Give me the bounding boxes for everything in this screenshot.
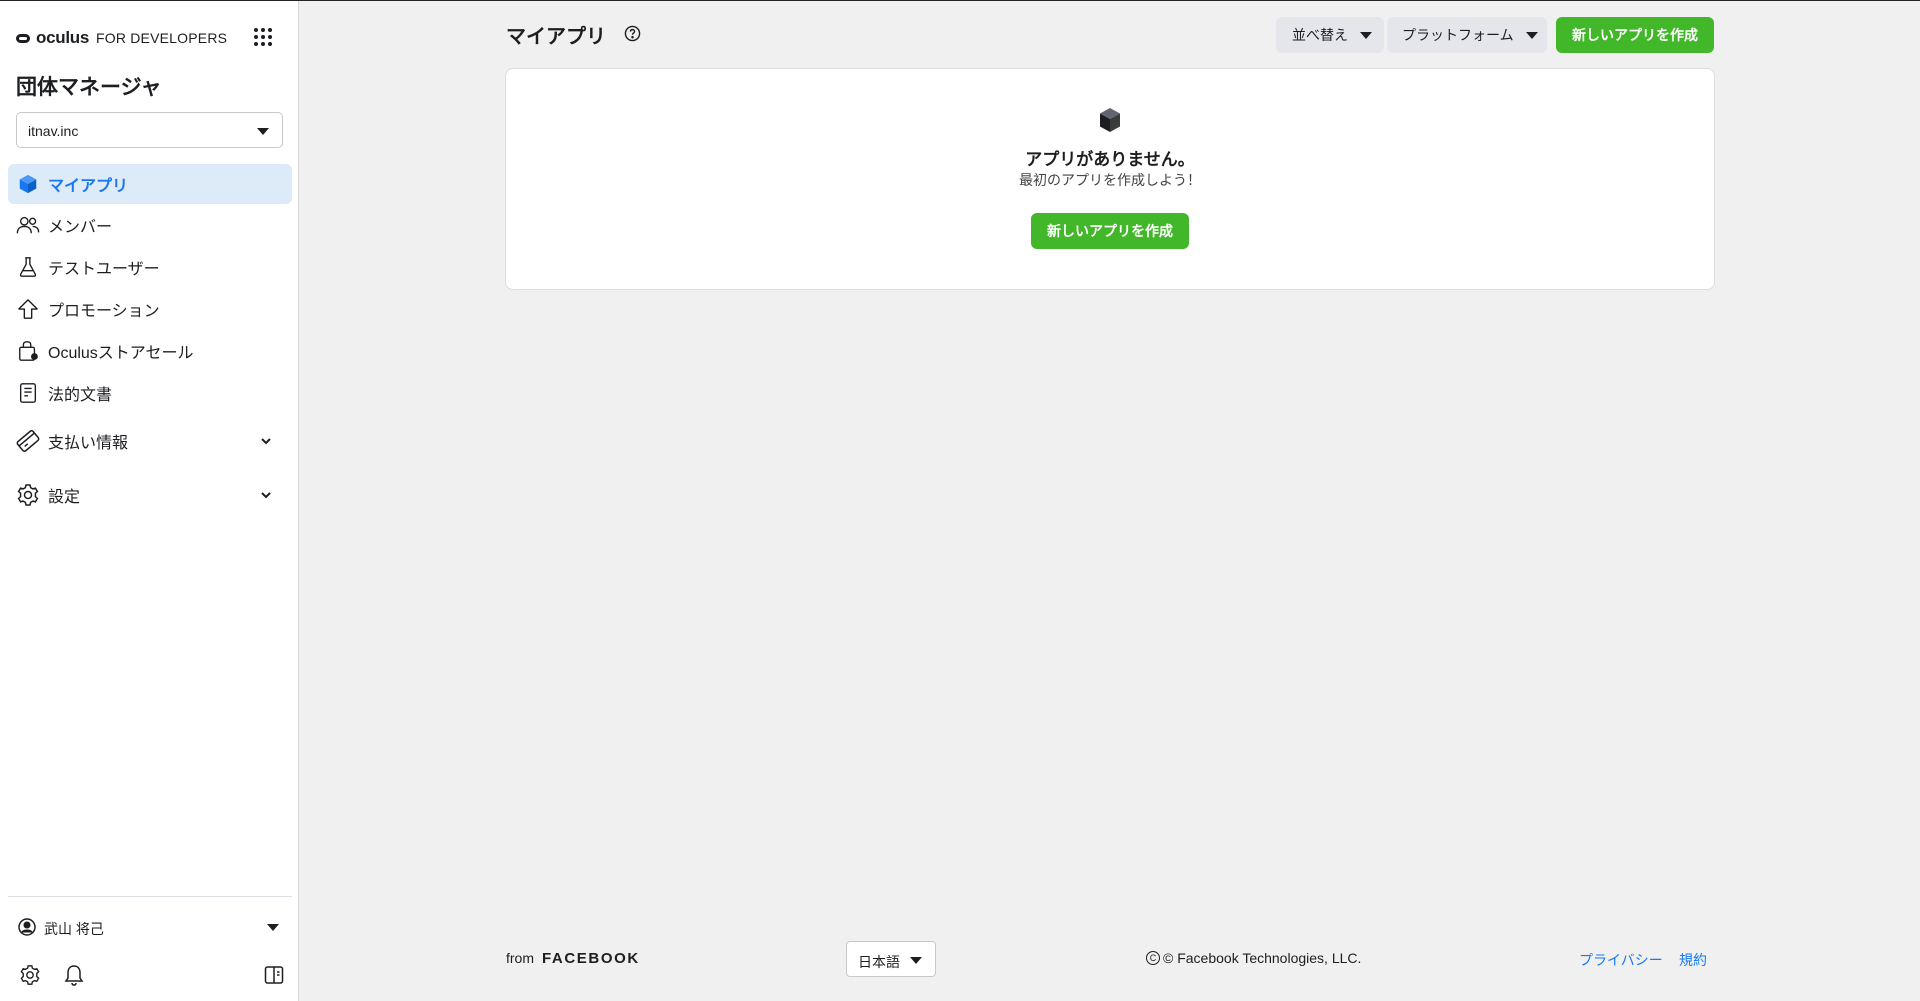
- box-icon: [1098, 107, 1122, 138]
- create-app-button[interactable]: 新しいアプリを作成: [1556, 17, 1714, 53]
- gear-icon: [16, 483, 40, 507]
- sidebar-item-label: マイアプリ: [48, 178, 129, 195]
- caret-down-icon: [257, 128, 269, 135]
- create-first-app-button-label: 新しいアプリを作成: [1047, 223, 1173, 239]
- notifications-bell-icon[interactable]: [62, 963, 86, 987]
- sidebar-item-label: 法的文書: [48, 387, 113, 404]
- document-icon: [16, 381, 40, 405]
- language-value: 日本語: [858, 954, 900, 970]
- chevron-down-icon: [260, 488, 272, 506]
- facebook-wordmark: FACEBOOK: [542, 950, 640, 967]
- create-app-button-label: 新しいアプリを作成: [1572, 27, 1698, 43]
- from-facebook: from FACEBOOK: [506, 950, 640, 967]
- empty-state-card: アプリがありません。 最初のアプリを作成しよう！ 新しいアプリを作成: [505, 68, 1715, 290]
- user-avatar-icon: [18, 918, 36, 941]
- sidebar-item-payment-info[interactable]: 支払い情報: [8, 421, 292, 461]
- empty-state-subtitle: 最初のアプリを作成しよう！: [1019, 172, 1201, 188]
- page-title: マイアプリ: [506, 26, 606, 48]
- copyright-text: © Facebook Technologies, LLC.: [1163, 950, 1362, 966]
- oculus-logo[interactable]: oculus FOR DEVELOPERS: [16, 27, 227, 49]
- create-first-app-button[interactable]: 新しいアプリを作成: [1031, 213, 1189, 249]
- privacy-link[interactable]: プライバシー: [1579, 950, 1663, 970]
- sort-label: 並べ替え: [1292, 27, 1348, 43]
- caret-down-icon: [267, 924, 279, 931]
- org-select-value: itnav.inc: [28, 123, 79, 139]
- copyright-circle-icon: C: [1146, 951, 1160, 965]
- box-icon: [16, 172, 40, 196]
- logo-word: oculus: [36, 28, 89, 47]
- oculus-logo-icon: [16, 33, 30, 43]
- sidebar-item-members[interactable]: メンバー: [8, 205, 292, 245]
- caret-down-icon: [910, 957, 922, 964]
- logo-subtitle: FOR DEVELOPERS: [96, 30, 228, 46]
- org-manager-title: 団体マネージャ: [16, 76, 162, 99]
- collapse-sidebar-icon[interactable]: [262, 963, 286, 987]
- platform-dropdown[interactable]: プラットフォーム: [1387, 17, 1547, 53]
- sidebar-item-label: メンバー: [48, 219, 113, 236]
- apps-grid-icon[interactable]: [254, 28, 272, 46]
- language-select[interactable]: 日本語: [846, 941, 936, 977]
- user-menu[interactable]: 武山 将己: [8, 911, 292, 943]
- shopping-bag-icon: [16, 339, 40, 363]
- caret-down-icon: [1360, 31, 1372, 39]
- empty-state-title: アプリがありません。: [1025, 150, 1195, 169]
- sidebar-item-settings[interactable]: 設定: [8, 475, 292, 515]
- sidebar-item-label: 設定: [48, 489, 81, 506]
- sidebar-item-label: プロモーション: [48, 303, 160, 320]
- up-arrow-icon: [16, 297, 40, 321]
- org-select[interactable]: itnav.inc: [16, 112, 283, 148]
- sidebar-item-store-sales[interactable]: Oculusストアセール: [8, 331, 292, 371]
- terms-link[interactable]: 規約: [1679, 950, 1707, 970]
- user-name: 武山 将己: [44, 921, 104, 937]
- sidebar-item-promotions[interactable]: プロモーション: [8, 289, 292, 329]
- sidebar-item-legal-documents[interactable]: 法的文書: [8, 373, 292, 413]
- people-icon: [16, 213, 40, 237]
- help-icon[interactable]: [624, 25, 641, 47]
- caret-down-icon: [1525, 31, 1538, 39]
- copyright: C © Facebook Technologies, LLC.: [1146, 950, 1361, 966]
- sidebar-item-my-apps[interactable]: マイアプリ: [8, 164, 292, 204]
- sidebar-divider: [8, 896, 292, 897]
- flask-icon: [16, 255, 40, 279]
- sidebar-item-test-users[interactable]: テストユーザー: [8, 247, 292, 287]
- sidebar-item-label: テストユーザー: [48, 261, 160, 278]
- sidebar: oculus FOR DEVELOPERS 団体マネージャ itnav.inc …: [0, 1, 299, 1001]
- sidebar-item-label: Oculusストアセール: [48, 345, 194, 362]
- platform-label: プラットフォーム: [1402, 27, 1514, 43]
- chevron-down-icon: [260, 434, 272, 452]
- sort-dropdown[interactable]: 並べ替え: [1276, 17, 1384, 53]
- settings-gear-icon[interactable]: [18, 963, 42, 987]
- credit-card-icon: [16, 429, 40, 453]
- sidebar-item-label: 支払い情報: [48, 435, 129, 452]
- from-text: from: [506, 950, 534, 966]
